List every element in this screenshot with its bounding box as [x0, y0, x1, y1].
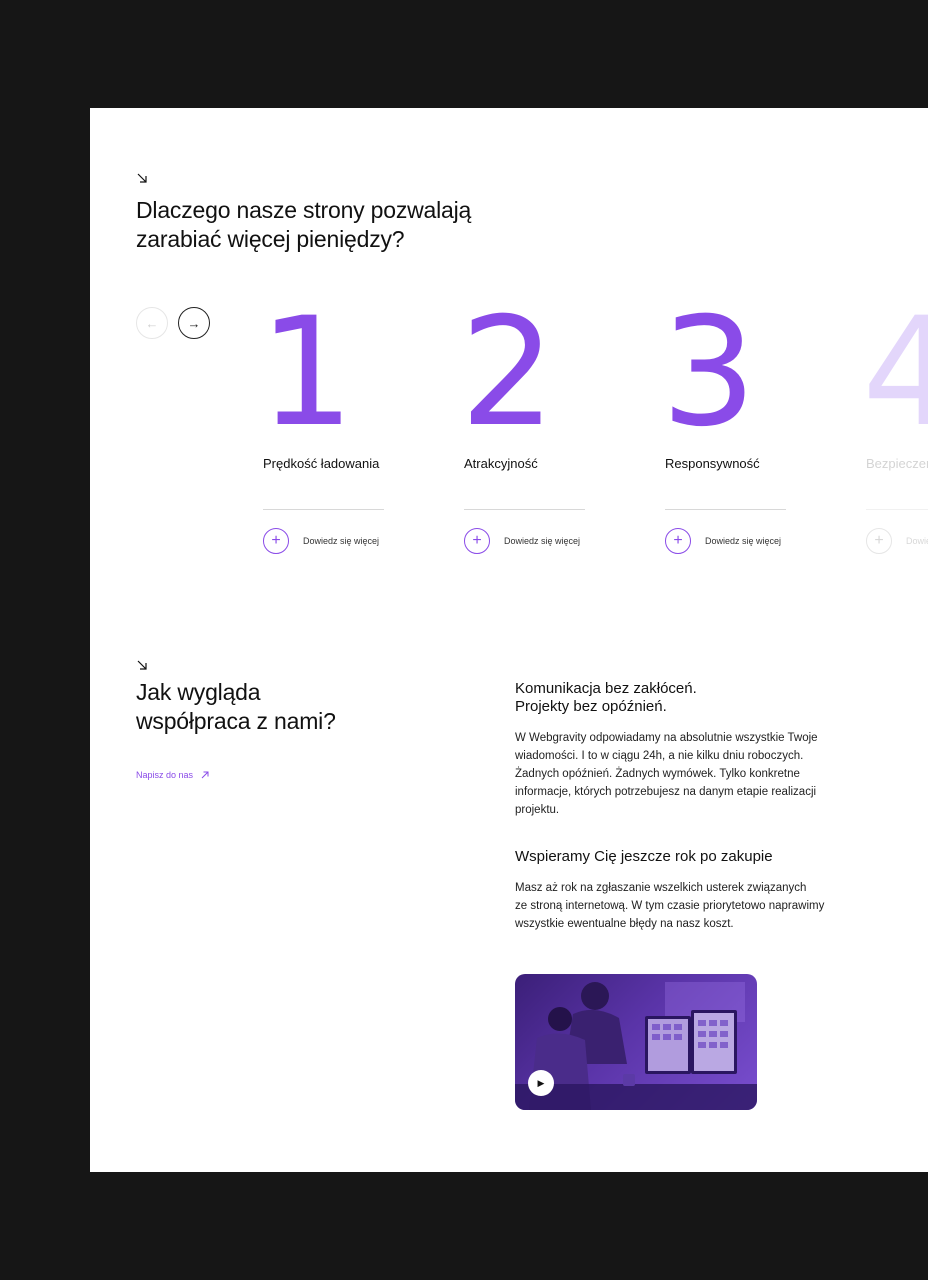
feature-learn-more-button[interactable]: + Dowiedz się więcej [263, 528, 379, 554]
contact-us-link[interactable]: Napisz do nas [136, 770, 209, 780]
video-play-button[interactable]: ▶ [528, 1070, 554, 1096]
text-line: ze stroną internetową. W tym czasie prio… [515, 900, 825, 912]
feature-number: 1 [259, 286, 355, 460]
plus-icon: + [464, 528, 490, 554]
feature-learn-more-button[interactable]: + Dowiedz się więcej [665, 528, 781, 554]
plus-icon: + [263, 528, 289, 554]
feature-title: Atrakcyjność [464, 456, 538, 471]
feature-number: 2 [460, 286, 556, 460]
text-line: Masz aż rok na zgłaszanie wszelkich uste… [515, 882, 807, 894]
feature-learn-more-label: Dowiedz się więcej [303, 536, 380, 546]
text-line: wiadomości. I to w ciągu 24h, a nie kilk… [515, 750, 804, 762]
communication-heading: Komunikacja bez zakłóceń. Projekty bez o… [515, 680, 697, 716]
arrow-right-icon: → [187, 315, 201, 331]
section-collab-heading-line2: współpraca z nami? [136, 708, 336, 734]
feature-title: Prędkość ładowania [263, 456, 380, 471]
support-heading: Wspieramy Cię jeszcze rok po zakupie [515, 848, 773, 865]
feature-title: Responsywność [665, 456, 760, 471]
text-line: projektu. [515, 804, 560, 816]
plus-icon: + [665, 528, 691, 554]
feature-divider [665, 509, 786, 510]
text-line: informacje, których potrzebujesz na dany… [515, 786, 817, 798]
text-line: W Webgravity odpowiadamy na absolutnie w… [515, 732, 818, 744]
arrow-down-right-icon [137, 173, 147, 183]
feature-title: Bezpieczeństwo [866, 456, 928, 471]
play-icon: ▶ [537, 1077, 545, 1088]
feature-number: 4 [862, 286, 928, 460]
section-why-heading-line1: Dlaczego nasze strony pozwalają [136, 197, 472, 223]
feature-number: 3 [661, 286, 757, 460]
communication-text: W Webgravity odpowiadamy na absolutnie w… [515, 729, 818, 819]
text-line: Żadnych opóźnień. Żadnych wymówek. Tylko… [515, 768, 800, 780]
section-collab-heading-line1: Jak wygląda [136, 679, 261, 705]
text-line: wszystkie ewentualne błędy na nasz koszt… [515, 918, 734, 930]
feature-divider [263, 509, 384, 510]
carousel-prev-button[interactable]: ← [136, 307, 168, 339]
support-text: Masz aż rok na zgłaszanie wszelkich uste… [515, 879, 824, 933]
arrow-up-right-icon [201, 771, 209, 779]
communication-heading-line1: Komunikacja bez zakłóceń. [515, 680, 697, 697]
content-panel: Dlaczego nasze strony pozwalają zarabiać… [90, 108, 928, 1172]
section-why-heading: Dlaczego nasze strony pozwalają zarabiać… [136, 196, 471, 254]
video-thumbnail[interactable]: ▶ [515, 974, 757, 1110]
feature-learn-more-button[interactable]: + Dowiedz się więcej [866, 528, 928, 554]
plus-icon: + [866, 528, 892, 554]
arrow-down-right-icon [137, 660, 147, 670]
feature-learn-more-label: Dowiedz się więcej [906, 536, 928, 546]
feature-learn-more-button[interactable]: + Dowiedz się więcej [464, 528, 580, 554]
section-collab-heading: Jak wygląda współpraca z nami? [136, 678, 336, 736]
feature-learn-more-label: Dowiedz się więcej [504, 536, 581, 546]
section-why-heading-line2: zarabiać więcej pieniędzy? [136, 226, 405, 252]
contact-us-label: Napisz do nas [136, 770, 194, 780]
carousel-next-button[interactable]: → [178, 307, 210, 339]
feature-divider [464, 509, 585, 510]
feature-divider [866, 509, 928, 510]
feature-learn-more-label: Dowiedz się więcej [705, 536, 782, 546]
communication-heading-line2: Projekty bez opóźnień. [515, 698, 667, 715]
arrow-left-icon: ← [145, 315, 159, 331]
